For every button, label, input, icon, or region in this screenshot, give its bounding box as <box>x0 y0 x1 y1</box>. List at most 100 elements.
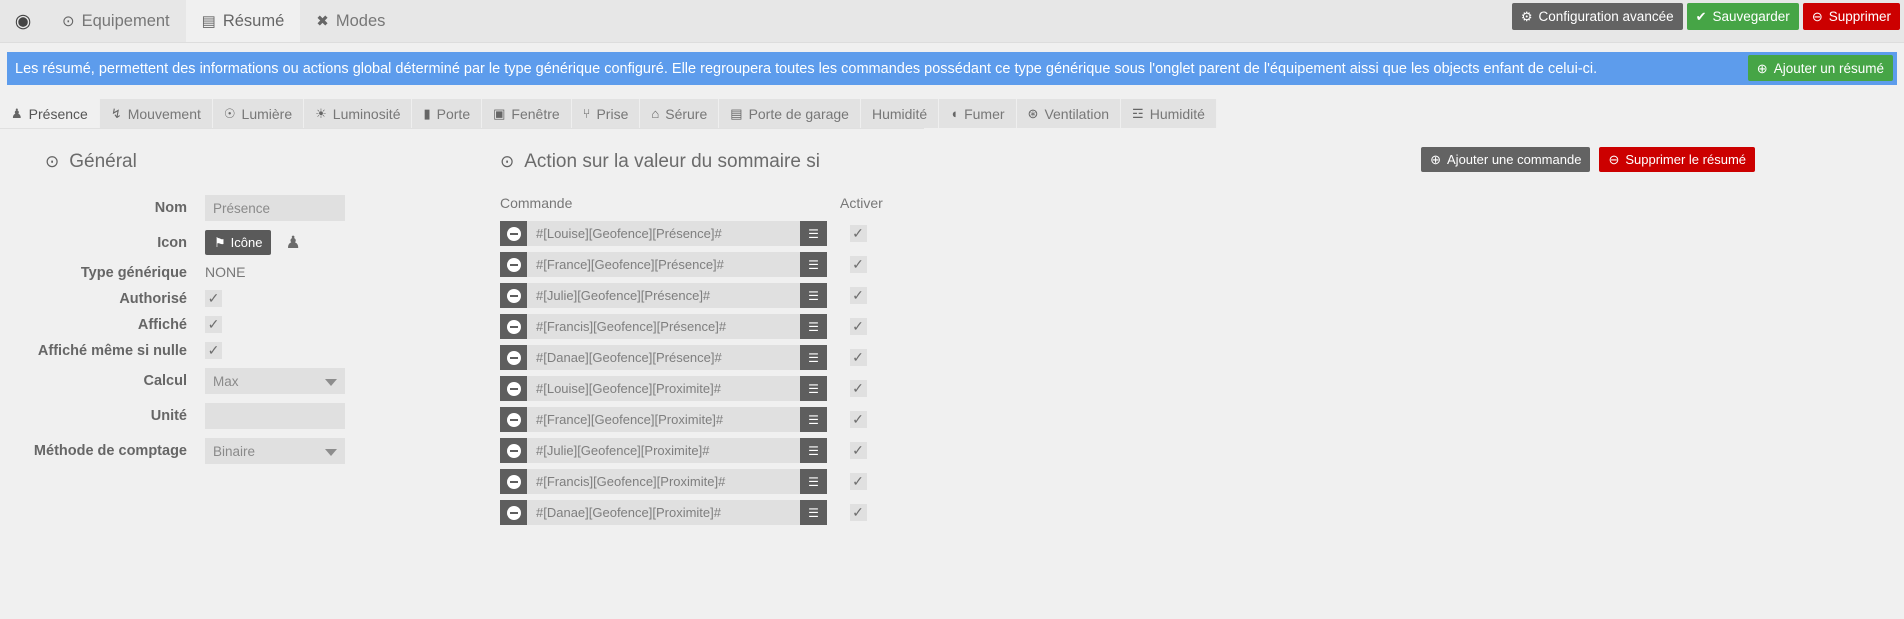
command-value: #[Francis][Geofence][Présence]# <box>536 319 727 334</box>
list-icon: ☰ <box>808 350 819 365</box>
activer-checkbox[interactable]: ✓ <box>849 411 867 428</box>
type-tab-5[interactable]: ▣ Fenêtre <box>482 99 572 128</box>
nom-input[interactable] <box>205 195 345 221</box>
type-tab-11[interactable]: ⊛ Ventilation <box>1016 99 1122 128</box>
type-tab-9[interactable]: Humidité <box>860 99 940 128</box>
add-command-label: Ajouter une commande <box>1447 152 1582 167</box>
type-tab-0[interactable]: ♟ Présence <box>0 99 100 128</box>
command-picker-button[interactable]: ☰ <box>800 407 827 432</box>
top-tab-modes[interactable]: ✖ Modes <box>300 0 401 42</box>
command-input[interactable]: #[Julie][Geofence][Proximite]# <box>527 438 800 463</box>
type-tab-1[interactable]: ↯ Mouvement <box>99 99 213 128</box>
type-tab-label: Humidité <box>871 105 928 122</box>
command-picker-button[interactable]: ☰ <box>800 345 827 370</box>
authorise-checkbox[interactable]: ✓ <box>205 290 222 307</box>
choose-icon-button[interactable]: ⚑ Icône <box>205 230 272 255</box>
command-row: #[Julie][Geofence][Proximite]# ☰ ✓ <box>500 438 1904 463</box>
back-button[interactable]: ◉ <box>0 0 46 42</box>
remove-command-button[interactable] <box>500 314 527 339</box>
command-picker-button[interactable]: ☰ <box>800 221 827 246</box>
type-tab-2[interactable]: ☉ Lumière <box>212 99 305 128</box>
chevron-down-icon <box>325 379 337 386</box>
remove-command-button[interactable] <box>500 252 527 277</box>
unite-label: Unité <box>150 408 187 424</box>
remove-command-button[interactable] <box>500 345 527 370</box>
type-tab-label: Porte de garage <box>748 105 849 122</box>
save-button[interactable]: ✔ Sauvegarder <box>1686 3 1799 30</box>
person-icon: ♟ <box>285 232 301 252</box>
type-tab-8[interactable]: ▤ Porte de garage <box>719 99 861 128</box>
delete-summary-button[interactable]: ⊖ Supprimer le résumé <box>1599 147 1755 172</box>
activer-checkbox[interactable]: ✓ <box>849 504 867 521</box>
activer-checkbox[interactable]: ✓ <box>849 380 867 397</box>
add-command-button[interactable]: ⊕ Ajouter une commande <box>1421 147 1591 172</box>
command-picker-button[interactable]: ☰ <box>800 438 827 463</box>
command-row: #[Julie][Geofence][Présence]# ☰ ✓ <box>500 283 1904 308</box>
command-row: #[Louise][Geofence][Présence]# ☰ ✓ <box>500 221 1904 246</box>
remove-command-button[interactable] <box>500 376 527 401</box>
command-picker-button[interactable]: ☰ <box>800 376 827 401</box>
type-tab-label: Prise <box>596 105 629 122</box>
command-input[interactable]: #[France][Geofence][Proximite]# <box>527 407 800 432</box>
command-input[interactable]: #[Francis][Geofence][Proximite]# <box>527 469 800 494</box>
command-picker-button[interactable]: ☰ <box>800 314 827 339</box>
type-tab-icon: ☉ <box>223 105 236 121</box>
methode-comptage-select[interactable]: Binaire <box>205 438 345 464</box>
remove-command-button[interactable] <box>500 407 527 432</box>
remove-command-button[interactable] <box>500 500 527 525</box>
command-picker-button[interactable]: ☰ <box>800 283 827 308</box>
command-input[interactable]: #[Louise][Geofence][Proximite]# <box>527 376 800 401</box>
command-input[interactable]: #[Louise][Geofence][Présence]# <box>527 221 800 246</box>
general-title-label: Général <box>69 151 137 172</box>
remove-command-button[interactable] <box>500 221 527 246</box>
command-row: #[France][Geofence][Présence]# ☰ ✓ <box>500 252 1904 277</box>
command-input[interactable]: #[Danae][Geofence][Proximite]# <box>527 500 800 525</box>
methode-comptage-value: Binaire <box>213 443 256 459</box>
delete-summary-label: Supprimer le résumé <box>1625 152 1746 167</box>
minus-circle-icon <box>506 505 521 520</box>
activer-checkbox[interactable]: ✓ <box>849 225 867 242</box>
activer-checkbox[interactable]: ✓ <box>849 473 867 490</box>
type-tab-10[interactable]: ◖ Fumer <box>939 99 1017 128</box>
remove-command-button[interactable] <box>500 469 527 494</box>
calcul-select[interactable]: Max <box>205 368 345 394</box>
type-tab-6[interactable]: ⑂ Prise <box>571 99 641 128</box>
activer-cell: ✓ <box>827 314 889 339</box>
remove-command-button[interactable] <box>500 283 527 308</box>
command-value: #[Louise][Geofence][Présence]# <box>536 226 722 241</box>
command-picker-button[interactable]: ☰ <box>800 252 827 277</box>
type-tab-4[interactable]: ▮ Porte <box>412 99 483 128</box>
remove-command-button[interactable] <box>500 438 527 463</box>
affiche-nulle-checkbox[interactable]: ✓ <box>205 342 222 359</box>
command-input[interactable]: #[France][Geofence][Présence]# <box>527 252 800 277</box>
delete-button[interactable]: ⊖ Supprimer <box>1802 3 1900 30</box>
type-tab-7[interactable]: ⌂ Sérure <box>640 99 720 128</box>
type-tab-icon: ◖ <box>950 106 959 121</box>
authorise-label: Authorisé <box>119 290 187 307</box>
command-input[interactable]: #[Francis][Geofence][Présence]# <box>527 314 800 339</box>
add-summary-button[interactable]: ⊕ Ajouter un résumé <box>1747 55 1893 81</box>
top-tab-equipement[interactable]: ⊙ Equipement <box>46 0 186 42</box>
minus-circle-icon <box>506 288 521 303</box>
activer-checkbox[interactable]: ✓ <box>849 349 867 366</box>
type-tab-label: Ventilation <box>1044 105 1110 122</box>
command-picker-button[interactable]: ☰ <box>800 500 827 525</box>
command-row: #[Louise][Geofence][Proximite]# ☰ ✓ <box>500 376 1904 401</box>
type-tab-12[interactable]: ☲ Humidité <box>1121 99 1217 128</box>
type-tab-icon: ☀ <box>315 105 327 121</box>
action-panel-buttons: ⊕ Ajouter une commande ⊖ Supprimer le ré… <box>1421 147 1755 172</box>
activer-cell: ✓ <box>827 407 889 432</box>
activer-checkbox[interactable]: ✓ <box>849 442 867 459</box>
activer-checkbox[interactable]: ✓ <box>849 287 867 304</box>
advanced-config-button[interactable]: ⚙ Configuration avancée <box>1511 3 1683 30</box>
type-tab-3[interactable]: ☀ Luminosité <box>304 99 413 128</box>
activer-checkbox[interactable]: ✓ <box>849 318 867 335</box>
command-picker-button[interactable]: ☰ <box>800 469 827 494</box>
top-tab-rsum[interactable]: ▤ Résumé <box>185 0 301 42</box>
affiche-checkbox[interactable]: ✓ <box>205 316 222 333</box>
activer-checkbox[interactable]: ✓ <box>849 256 867 273</box>
command-input[interactable]: #[Julie][Geofence][Présence]# <box>527 283 800 308</box>
command-input[interactable]: #[Danae][Geofence][Présence]# <box>527 345 800 370</box>
chevron-down-icon <box>325 449 337 456</box>
unite-input[interactable] <box>205 403 345 429</box>
